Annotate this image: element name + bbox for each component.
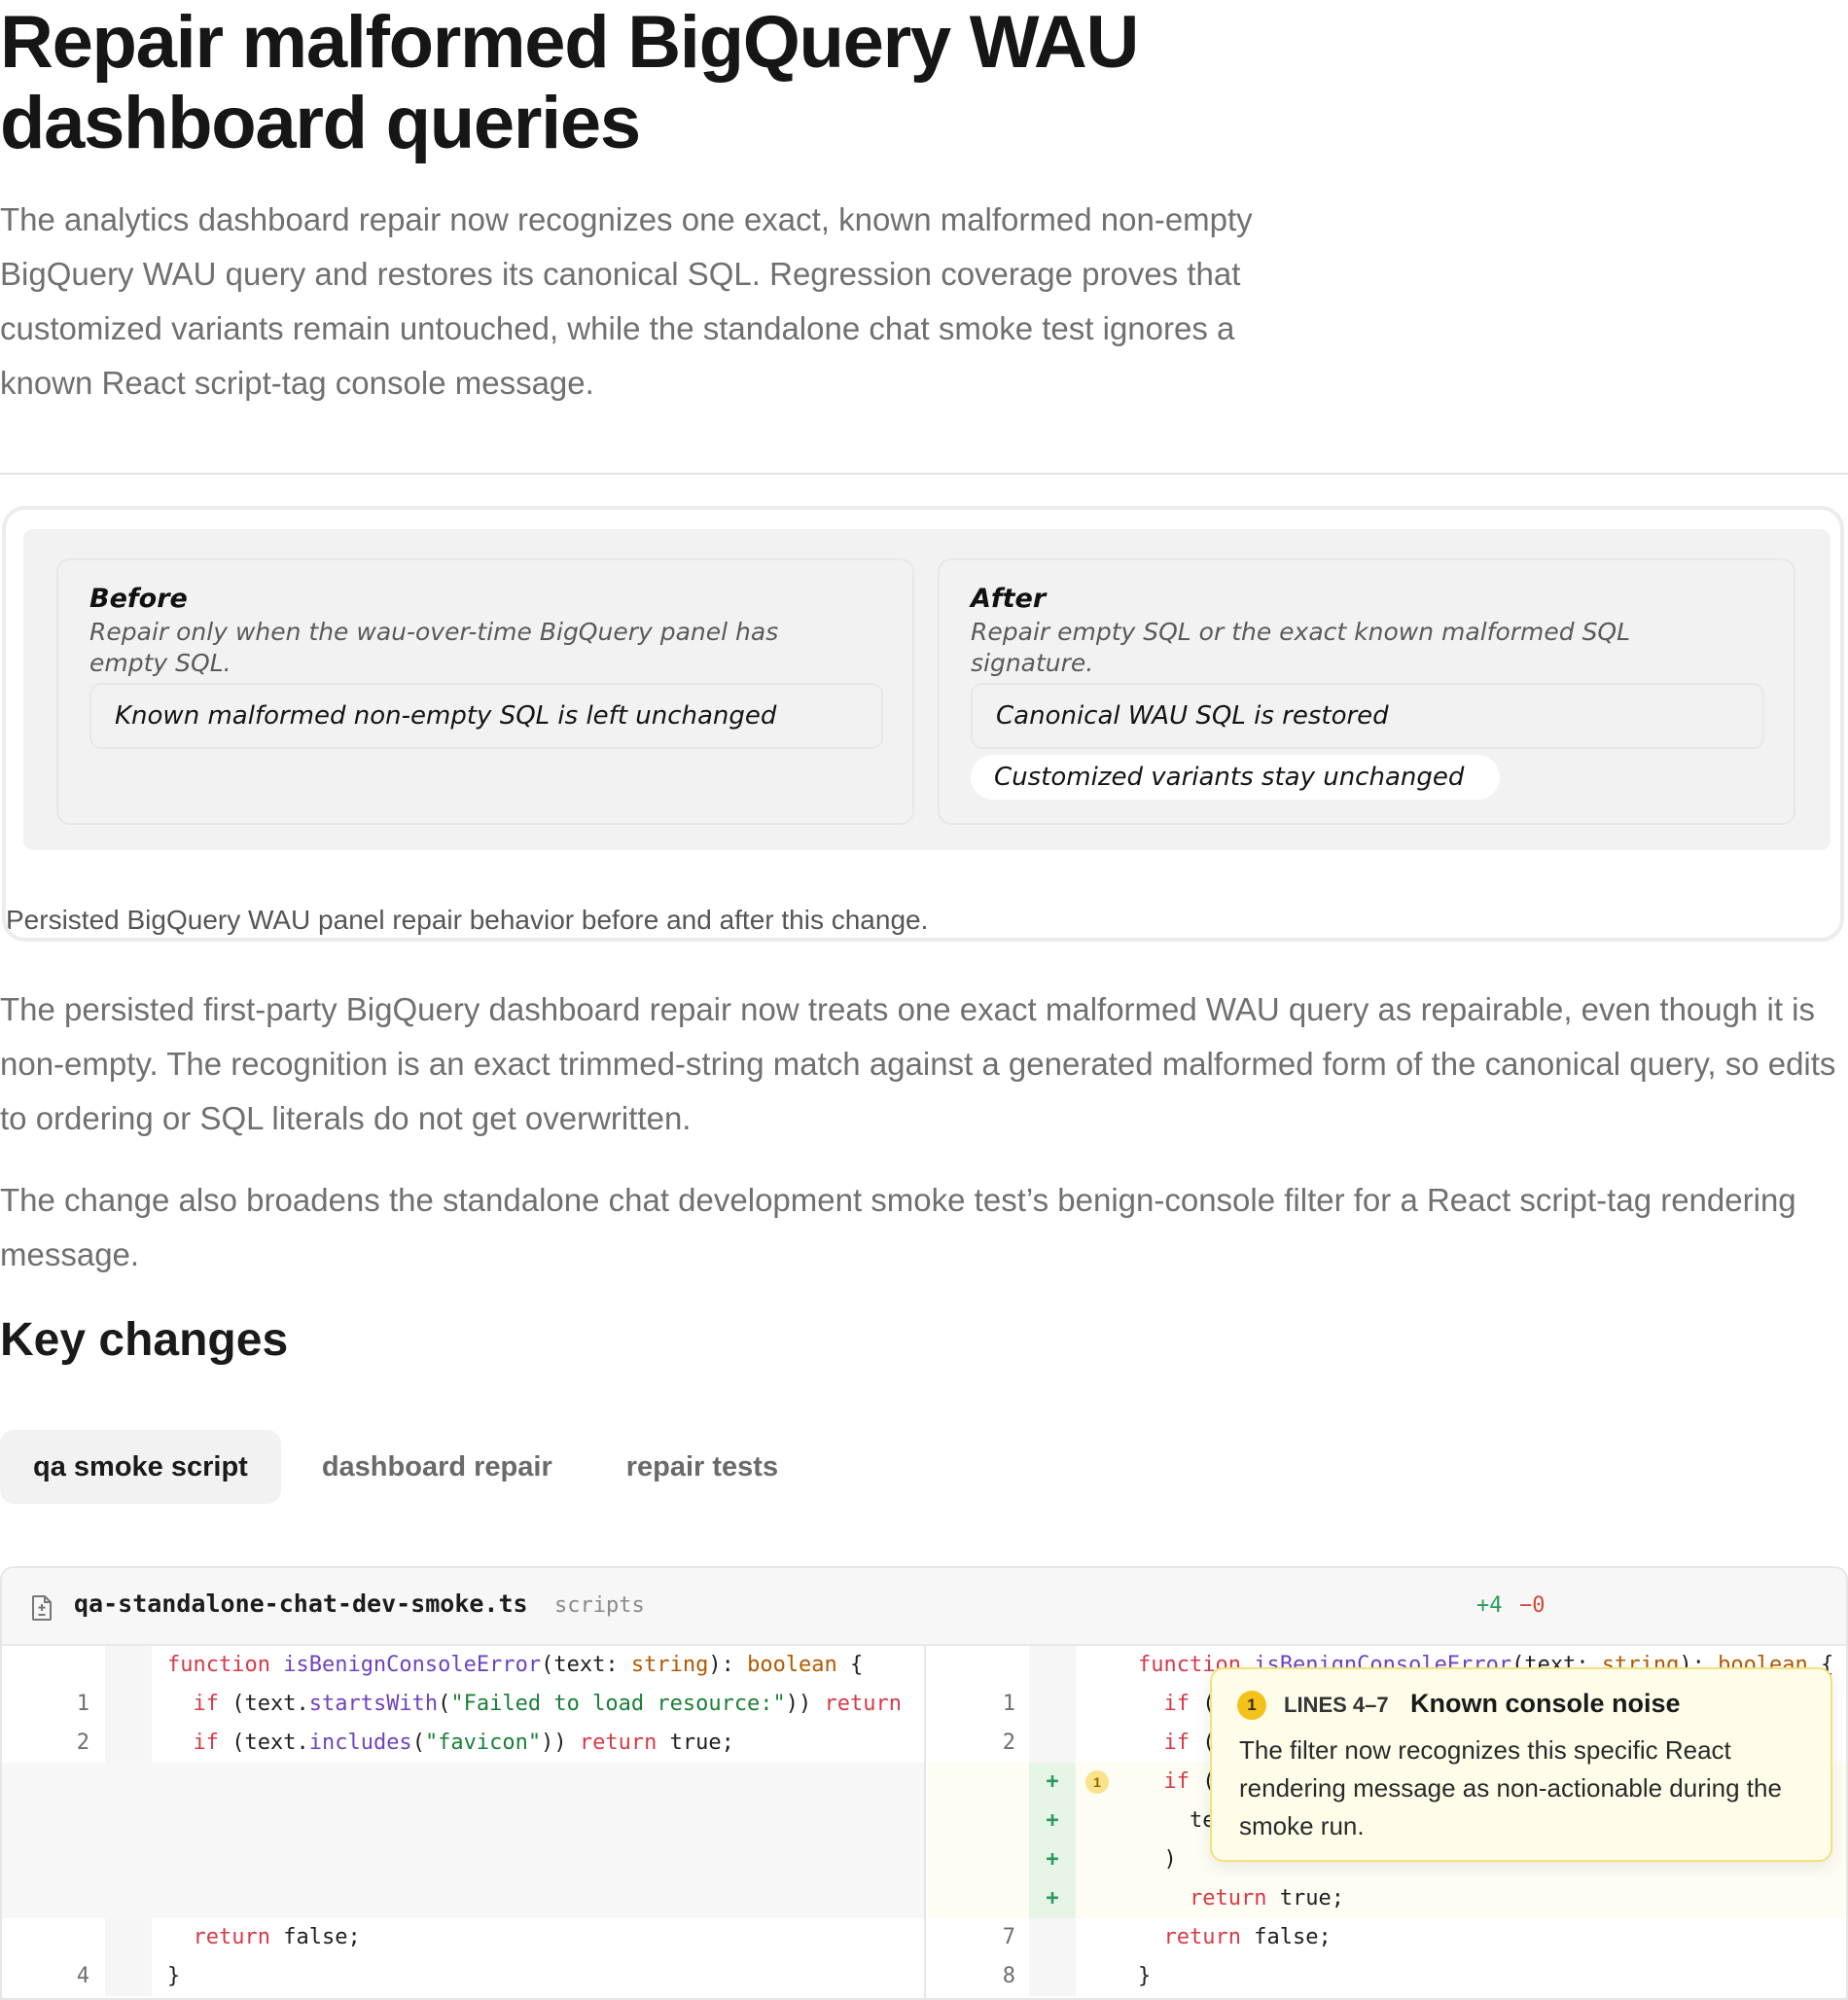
code-line: if (text.startsWith("Failed to load reso… — [193, 1692, 903, 1716]
diff-empty-block — [2, 1763, 924, 1918]
added-marker: + — [1029, 1802, 1076, 1840]
diff-line: 8 return false; — [928, 1918, 1846, 1988]
page-title: Repair malformed BigQuery WAU dashboard … — [0, 1, 1139, 164]
code-line: return false; — [1163, 1925, 1332, 1949]
code-line: if ( — [1163, 1731, 1216, 1755]
tab-dashboard-repair[interactable]: dashboard repair — [289, 1430, 586, 1504]
key-changes-heading: Key changes — [0, 1314, 289, 1366]
annotation-popover: 1 LINES 4–7 Known console noise The filt… — [1210, 1667, 1832, 1862]
added-marker: + — [1029, 1763, 1076, 1802]
diff-header: qa-standalone-chat-dev-smoke.ts scripts … — [2, 1568, 1846, 1646]
figure-canvas: Before Repair only when the wau-over-tim… — [23, 529, 1830, 850]
section-divider — [0, 473, 1848, 475]
diff-line: 1 function isBenignConsoleError(text: st… — [2, 1646, 924, 1716]
line-number: 9 — [928, 1996, 1015, 1998]
diff-file-name[interactable]: qa-standalone-chat-dev-smoke.ts — [74, 1589, 528, 1618]
code-line: } — [1138, 1964, 1152, 1988]
diff-line: 3 if (text.includes("favicon")) return t… — [2, 1724, 924, 1794]
code-line: function isBenignConsoleError(text: stri… — [167, 1653, 864, 1677]
code-line: if ( — [1163, 1769, 1216, 1794]
tab-repair-tests[interactable]: repair tests — [593, 1430, 811, 1504]
file-diff-icon — [32, 1595, 52, 1621]
diff-line: 5 } — [2, 1957, 924, 1996]
line-number: 5 — [2, 1996, 89, 1998]
added-marker: + — [1029, 1840, 1076, 1879]
diff-line: 2 if (text.startsWith("Failed to load re… — [2, 1685, 924, 1755]
after-item-highlight: Customized variants stay unchanged — [971, 755, 1500, 800]
after-panel: After Repair empty SQL or the exact know… — [938, 558, 1795, 825]
page-summary: The analytics dashboard repair now recog… — [0, 201, 1253, 401]
diff-line: 4 return false; — [2, 1918, 924, 1988]
annotation-badge: 1 — [1237, 1691, 1266, 1720]
diff-line: 9 } — [928, 1957, 1846, 1996]
diff-deletions-count: −0 — [1519, 1593, 1546, 1618]
code-line: if ( — [1163, 1692, 1216, 1716]
after-item: Canonical WAU SQL is restored — [971, 683, 1764, 749]
diff-left-pane: 1 function isBenignConsoleError(text: st… — [2, 1646, 926, 1998]
diff-additions-count: +4 — [1476, 1593, 1503, 1618]
code-line: } — [167, 1964, 181, 1988]
before-item: Known malformed non-empty SQL is left un… — [89, 683, 883, 749]
diff-file-directory: scripts — [554, 1593, 645, 1618]
code-line: return false; — [193, 1925, 361, 1949]
code-line: if (text.includes("favicon")) return tru… — [193, 1731, 734, 1755]
body-paragraph: The change also broadens the standalone … — [0, 1182, 1796, 1272]
after-description: Repair empty SQL or the exact known malf… — [971, 618, 1631, 677]
code-line: te — [1138, 1808, 1216, 1833]
before-after-figure: Before Repair only when the wau-over-tim… — [2, 506, 1844, 942]
before-description: Repair only when the wau-over-time BigQu… — [89, 618, 779, 677]
annotation-line-range: LINES 4–7 — [1284, 1693, 1389, 1717]
annotation-marker[interactable]: 1 — [1085, 1770, 1109, 1794]
figure-caption: Persisted BigQuery WAU panel repair beha… — [6, 905, 929, 935]
added-marker: + — [1029, 1879, 1076, 1918]
before-panel: Before Repair only when the wau-over-tim… — [56, 558, 914, 825]
tab-qa-smoke-script[interactable]: qa smoke script — [0, 1430, 281, 1504]
diff-added-line: 7 + return true; — [928, 1879, 1846, 1949]
body-paragraph: The persisted first-party BigQuery dashb… — [0, 991, 1836, 1136]
annotation-title: Known console noise — [1410, 1689, 1681, 1718]
after-title: After — [971, 584, 1047, 614]
before-title: Before — [89, 584, 188, 614]
annotation-body: The filter now recognizes this specific … — [1239, 1735, 1782, 1840]
code-line: return true; — [1189, 1886, 1344, 1911]
code-line: ) — [1138, 1847, 1177, 1872]
key-changes-tabs: qa smoke script dashboard repair repair … — [0, 1430, 811, 1504]
